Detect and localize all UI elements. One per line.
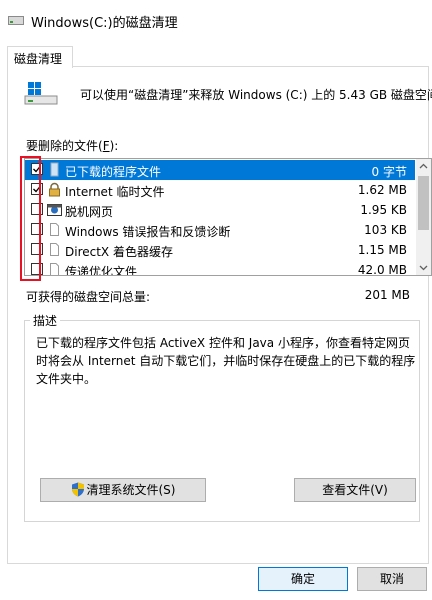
vertical-scrollbar[interactable] [416, 159, 431, 275]
checkbox[interactable] [31, 223, 43, 235]
drive-icon [24, 82, 58, 105]
file-name: Internet 临时文件 [65, 185, 165, 199]
total-space-label: 可获得的磁盘空间总量: [26, 290, 151, 304]
checkbox[interactable] [31, 203, 43, 215]
list-item[interactable]: 脱机网页 1.95 KB [25, 200, 415, 220]
info-text: 可以使用“磁盘清理”来释放 Windows (C:) 上的 5.43 GB 磁盘… [80, 88, 432, 102]
shield-icon [71, 482, 84, 497]
window-title: Windows(C:)的磁盘清理 [31, 16, 178, 31]
list-item[interactable]: DirectX 着色器缓存 1.15 MB [25, 240, 415, 260]
view-files-label: 查看文件(V) [322, 483, 388, 497]
file-name: Windows 错误报告和反馈诊断 [65, 225, 231, 239]
total-space-value: 201 MB [364, 288, 410, 302]
folder-icon [50, 162, 59, 177]
file-size: 1.62 MB [357, 183, 407, 197]
offline-webpage-icon [47, 204, 62, 216]
file-size: 0 字节 [371, 165, 407, 179]
checkbox[interactable] [31, 183, 43, 195]
tab-disk-cleanup[interactable]: 磁盘清理 [7, 46, 73, 68]
file-size: 1.15 MB [357, 243, 407, 257]
checkbox[interactable] [31, 243, 43, 255]
list-item[interactable]: 传递优化文件 42.0 MB [25, 260, 415, 276]
description-text: 已下载的程序文件包括 ActiveX 控件和 Java 小程序，你查看特定网页时… [36, 336, 416, 386]
file-size: 103 KB [364, 223, 407, 237]
checkbox[interactable] [31, 263, 43, 275]
cleanup-system-files-label: 清理系统文件(S) [86, 483, 176, 497]
file-name: 传递优化文件 [65, 265, 138, 276]
scroll-up-arrow-icon[interactable] [416, 159, 431, 174]
ok-button[interactable]: 确定 [258, 567, 348, 591]
file-name: 脱机网页 [65, 205, 114, 219]
title-bar: Windows(C:)的磁盘清理 [0, 0, 432, 38]
cancel-button[interactable]: 取消 [357, 567, 427, 591]
lock-icon [49, 182, 60, 197]
scrollbar-thumb[interactable] [418, 176, 429, 230]
files-list[interactable]: 已下载的程序文件 0 字节 Internet 临时文件 1.62 MB 脱机网页… [24, 158, 432, 276]
ok-label: 确定 [290, 572, 315, 586]
list-item[interactable]: Windows 错误报告和反馈诊断 103 KB [25, 220, 415, 240]
checkbox[interactable] [31, 163, 43, 175]
description-title: 描述 [30, 312, 61, 329]
file-name: 已下载的程序文件 [65, 165, 162, 179]
file-icon [50, 263, 59, 275]
file-icon [50, 223, 59, 236]
list-item[interactable]: Internet 临时文件 1.62 MB [25, 180, 415, 200]
disk-cleanup-icon [8, 16, 24, 25]
file-name: DirectX 着色器缓存 [65, 245, 173, 259]
file-icon [50, 243, 59, 256]
scroll-down-arrow-icon[interactable] [416, 260, 431, 275]
cancel-label: 取消 [379, 572, 404, 586]
list-item[interactable]: 已下载的程序文件 0 字节 [25, 160, 415, 180]
cleanup-system-files-button[interactable]: 清理系统文件(S) [40, 478, 206, 502]
file-size: 1.95 KB [360, 203, 407, 217]
tab-label: 磁盘清理 [14, 52, 63, 66]
view-files-button[interactable]: 查看文件(V) [294, 478, 416, 502]
files-label: 要删除的文件(F): [26, 139, 119, 153]
file-size: 42.0 MB [357, 263, 407, 276]
